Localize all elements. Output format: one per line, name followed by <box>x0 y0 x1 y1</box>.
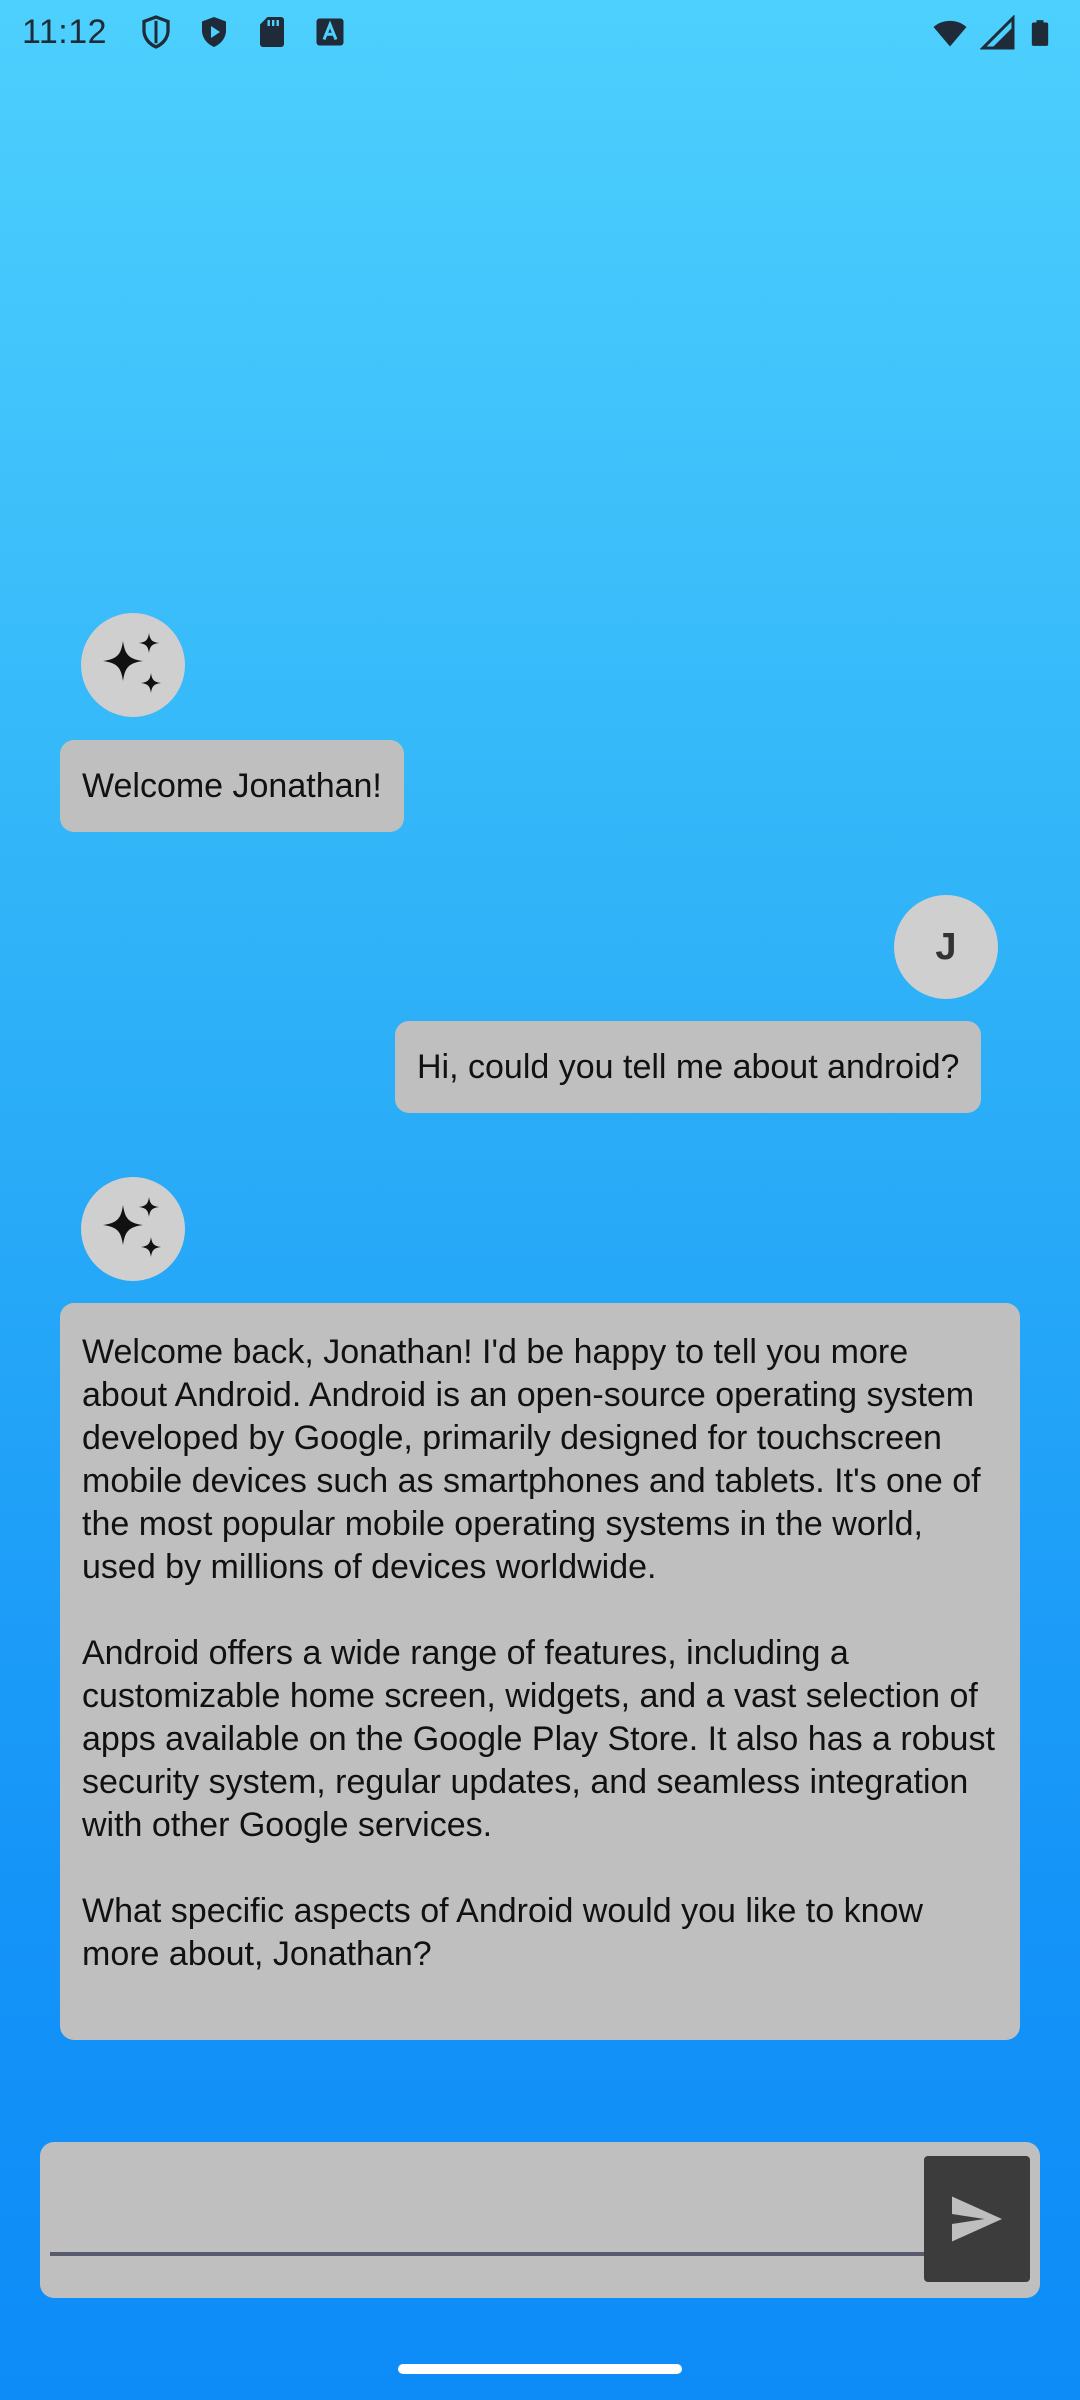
send-button[interactable] <box>924 2156 1030 2282</box>
status-icons-left <box>138 14 348 50</box>
status-bar: 11:12 <box>0 0 1080 64</box>
sd-card-icon <box>254 14 290 50</box>
font-a-icon <box>312 14 348 50</box>
bot-avatar <box>81 613 185 717</box>
wifi-icon <box>930 15 970 56</box>
signal-icon <box>979 14 1016 56</box>
user-avatar: J <box>894 895 998 999</box>
play-protect-icon <box>196 14 232 50</box>
status-icons-right <box>930 14 1054 57</box>
message-bubble-user: Hi, could you tell me about android? <box>395 1021 982 1113</box>
sparkles-icon <box>103 633 161 693</box>
battery-icon <box>1026 14 1054 57</box>
home-indicator[interactable] <box>398 2364 682 2374</box>
message-bubble-bot: Welcome back, Jonathan! I'd be happy to … <box>60 1303 1020 2040</box>
message-composer <box>40 2142 1040 2298</box>
send-icon <box>952 2196 1002 2242</box>
message-input[interactable] <box>50 2142 946 2256</box>
bot-avatar <box>81 1177 185 1281</box>
sparkles-icon <box>103 1197 161 1257</box>
message-bubble-bot: Welcome Jonathan! <box>60 740 404 832</box>
shield-icon <box>138 14 174 50</box>
status-time: 11:12 <box>22 13 108 51</box>
